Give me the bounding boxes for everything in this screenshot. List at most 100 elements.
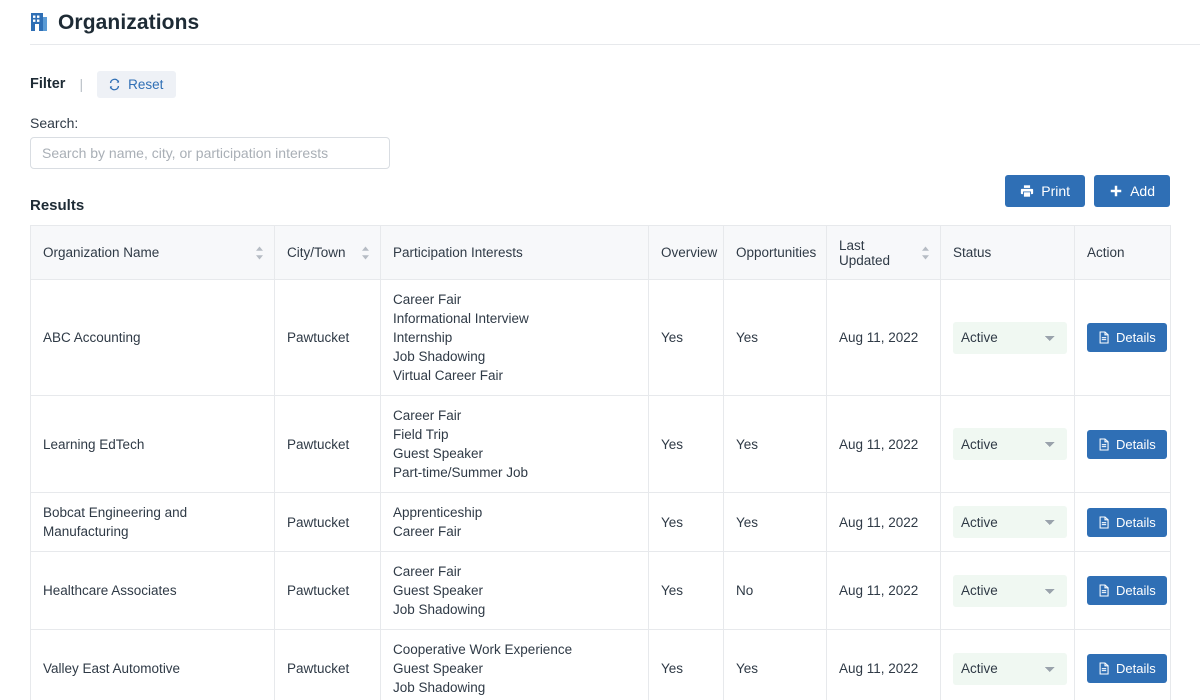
cell-status: ActiveInactive <box>940 492 1075 552</box>
document-icon <box>1098 584 1110 597</box>
column-label: Last Updated <box>839 237 891 268</box>
cell-overview: Yes <box>648 395 724 493</box>
interest-item: Internship <box>393 330 453 345</box>
cell-organization-name: Valley East Automotive <box>30 629 275 700</box>
organizations-page: Organizations Filter | Reset Search: Res… <box>0 0 1200 700</box>
cell-opportunities: Yes <box>723 629 827 700</box>
status-select[interactable]: ActiveInactive <box>953 652 1067 685</box>
search-input[interactable] <box>30 137 390 169</box>
cell-city-town: Pawtucket <box>274 492 381 552</box>
cell-participation-interests: Apprenticeship Career Fair <box>380 492 649 552</box>
details-button[interactable]: Details <box>1087 507 1167 537</box>
cell-overview: Yes <box>648 629 724 700</box>
cell-status: ActiveInactive <box>940 629 1075 700</box>
interest-item: Apprenticeship <box>393 505 483 520</box>
table-row: Learning EdTech Pawtucket Career Fair Field… <box>30 395 1171 493</box>
interest-item: Career Fair <box>393 408 462 423</box>
cell-last-updated: Aug 11, 2022 <box>826 279 941 396</box>
print-button[interactable]: Print <box>1005 175 1086 207</box>
interest-item: Guest Speaker <box>393 661 484 676</box>
cell-organization-name: Learning EdTech <box>30 395 275 493</box>
cell-city-town: Pawtucket <box>274 629 381 700</box>
cell-action: Details <box>1074 492 1171 552</box>
refresh-icon <box>108 78 121 91</box>
status-select[interactable]: ActiveInactive <box>953 506 1067 538</box>
cell-action: Details <box>1074 629 1171 700</box>
cell-city-town: Pawtucket <box>274 279 381 396</box>
document-icon <box>1098 331 1110 344</box>
results-bar: Results Print Add <box>30 175 1170 225</box>
cell-last-updated: Aug 11, 2022 <box>826 395 941 493</box>
plus-icon <box>1109 184 1123 198</box>
details-label: Details <box>1116 514 1156 530</box>
details-label: Details <box>1116 661 1156 676</box>
filter-label: Filter <box>30 76 66 92</box>
add-label: Add <box>1130 183 1155 199</box>
details-button[interactable]: Details <box>1087 654 1167 683</box>
table-body: ABC Accounting Pawtucket Career Fair Inform… <box>30 279 1171 700</box>
column-label: Action <box>1087 245 1125 260</box>
interest-item: Career Fair <box>393 524 462 539</box>
filter-separator: | <box>79 76 84 92</box>
column-header-opportunities: Opportunities <box>723 225 827 280</box>
cell-status: ActiveInactive <box>940 395 1075 493</box>
add-button[interactable]: Add <box>1094 175 1170 207</box>
document-icon <box>1098 515 1110 529</box>
column-header-last-updated[interactable]: Last Updated <box>826 225 941 280</box>
cell-city-town: Pawtucket <box>274 395 381 493</box>
cell-organization-name: ABC Accounting <box>30 279 275 396</box>
status-select[interactable]: ActiveInactive <box>953 321 1067 354</box>
document-icon <box>1098 662 1110 675</box>
cell-opportunities: No <box>723 551 827 630</box>
details-label: Details <box>1116 436 1156 452</box>
interest-item: Part-time/Summer Job <box>393 465 529 480</box>
interest-item: Job Shadowing <box>393 349 486 364</box>
details-label: Details <box>1116 330 1156 345</box>
interest-item: Guest Speaker <box>393 583 484 598</box>
cell-action: Details <box>1074 551 1171 630</box>
filter-bar: Filter | Reset <box>30 70 1200 98</box>
cell-opportunities: Yes <box>723 492 827 552</box>
cell-participation-interests: Career Fair Guest Speaker Job Shadowing <box>380 551 649 630</box>
column-label: Opportunities <box>736 245 817 260</box>
cell-opportunities: Yes <box>723 395 827 493</box>
interest-item: Guest Speaker <box>393 446 484 461</box>
print-label: Print <box>1041 183 1071 199</box>
page-title: Organizations <box>58 10 200 34</box>
column-label: Overview <box>661 245 718 260</box>
column-header-participation-interests: Participation Interests <box>380 225 649 280</box>
cell-participation-interests: Cooperative Work Experience Guest Speaker… <box>380 629 649 700</box>
table-row: Valley East Automotive Pawtucket Cooperati… <box>30 629 1171 700</box>
interest-item: Field Trip <box>393 427 449 442</box>
organizations-table: Organization Name City/Town Participatio… <box>30 225 1171 700</box>
cell-participation-interests: Career Fair Informational Interview Intern… <box>380 279 649 396</box>
title-divider <box>30 44 1200 45</box>
cell-action: Details <box>1074 395 1171 493</box>
reset-button[interactable]: Reset <box>97 70 177 98</box>
document-icon <box>1098 437 1110 451</box>
status-select[interactable]: ActiveInactive <box>953 574 1067 607</box>
column-header-organization-name[interactable]: Organization Name <box>30 225 275 280</box>
column-header-overview: Overview <box>648 225 724 280</box>
table-row: Bobcat Engineering and Manufacturing Pawt… <box>30 492 1171 552</box>
page-header: Organizations <box>0 0 1200 36</box>
reset-label: Reset <box>128 76 164 92</box>
column-header-action: Action <box>1074 225 1171 280</box>
column-header-city-town[interactable]: City/Town <box>274 225 381 280</box>
details-button[interactable]: Details <box>1087 429 1167 459</box>
results-actions: Print Add <box>1005 175 1170 207</box>
cell-opportunities: Yes <box>723 279 827 396</box>
details-button[interactable]: Details <box>1087 323 1167 352</box>
results-table-container: Organization Name City/Town Participatio… <box>30 225 1171 700</box>
cell-overview: Yes <box>648 551 724 630</box>
details-button[interactable]: Details <box>1087 576 1167 605</box>
interest-item: Virtual Career Fair <box>393 368 504 383</box>
cell-city-town: Pawtucket <box>274 551 381 630</box>
table-head: Organization Name City/Town Participatio… <box>30 225 1171 280</box>
status-select[interactable]: ActiveInactive <box>953 428 1067 460</box>
cell-overview: Yes <box>648 492 724 552</box>
interest-item: Career Fair <box>393 564 462 579</box>
interest-item: Informational Interview <box>393 311 529 326</box>
cell-last-updated: Aug 11, 2022 <box>826 492 941 552</box>
cell-organization-name: Healthcare Associates <box>30 551 275 630</box>
